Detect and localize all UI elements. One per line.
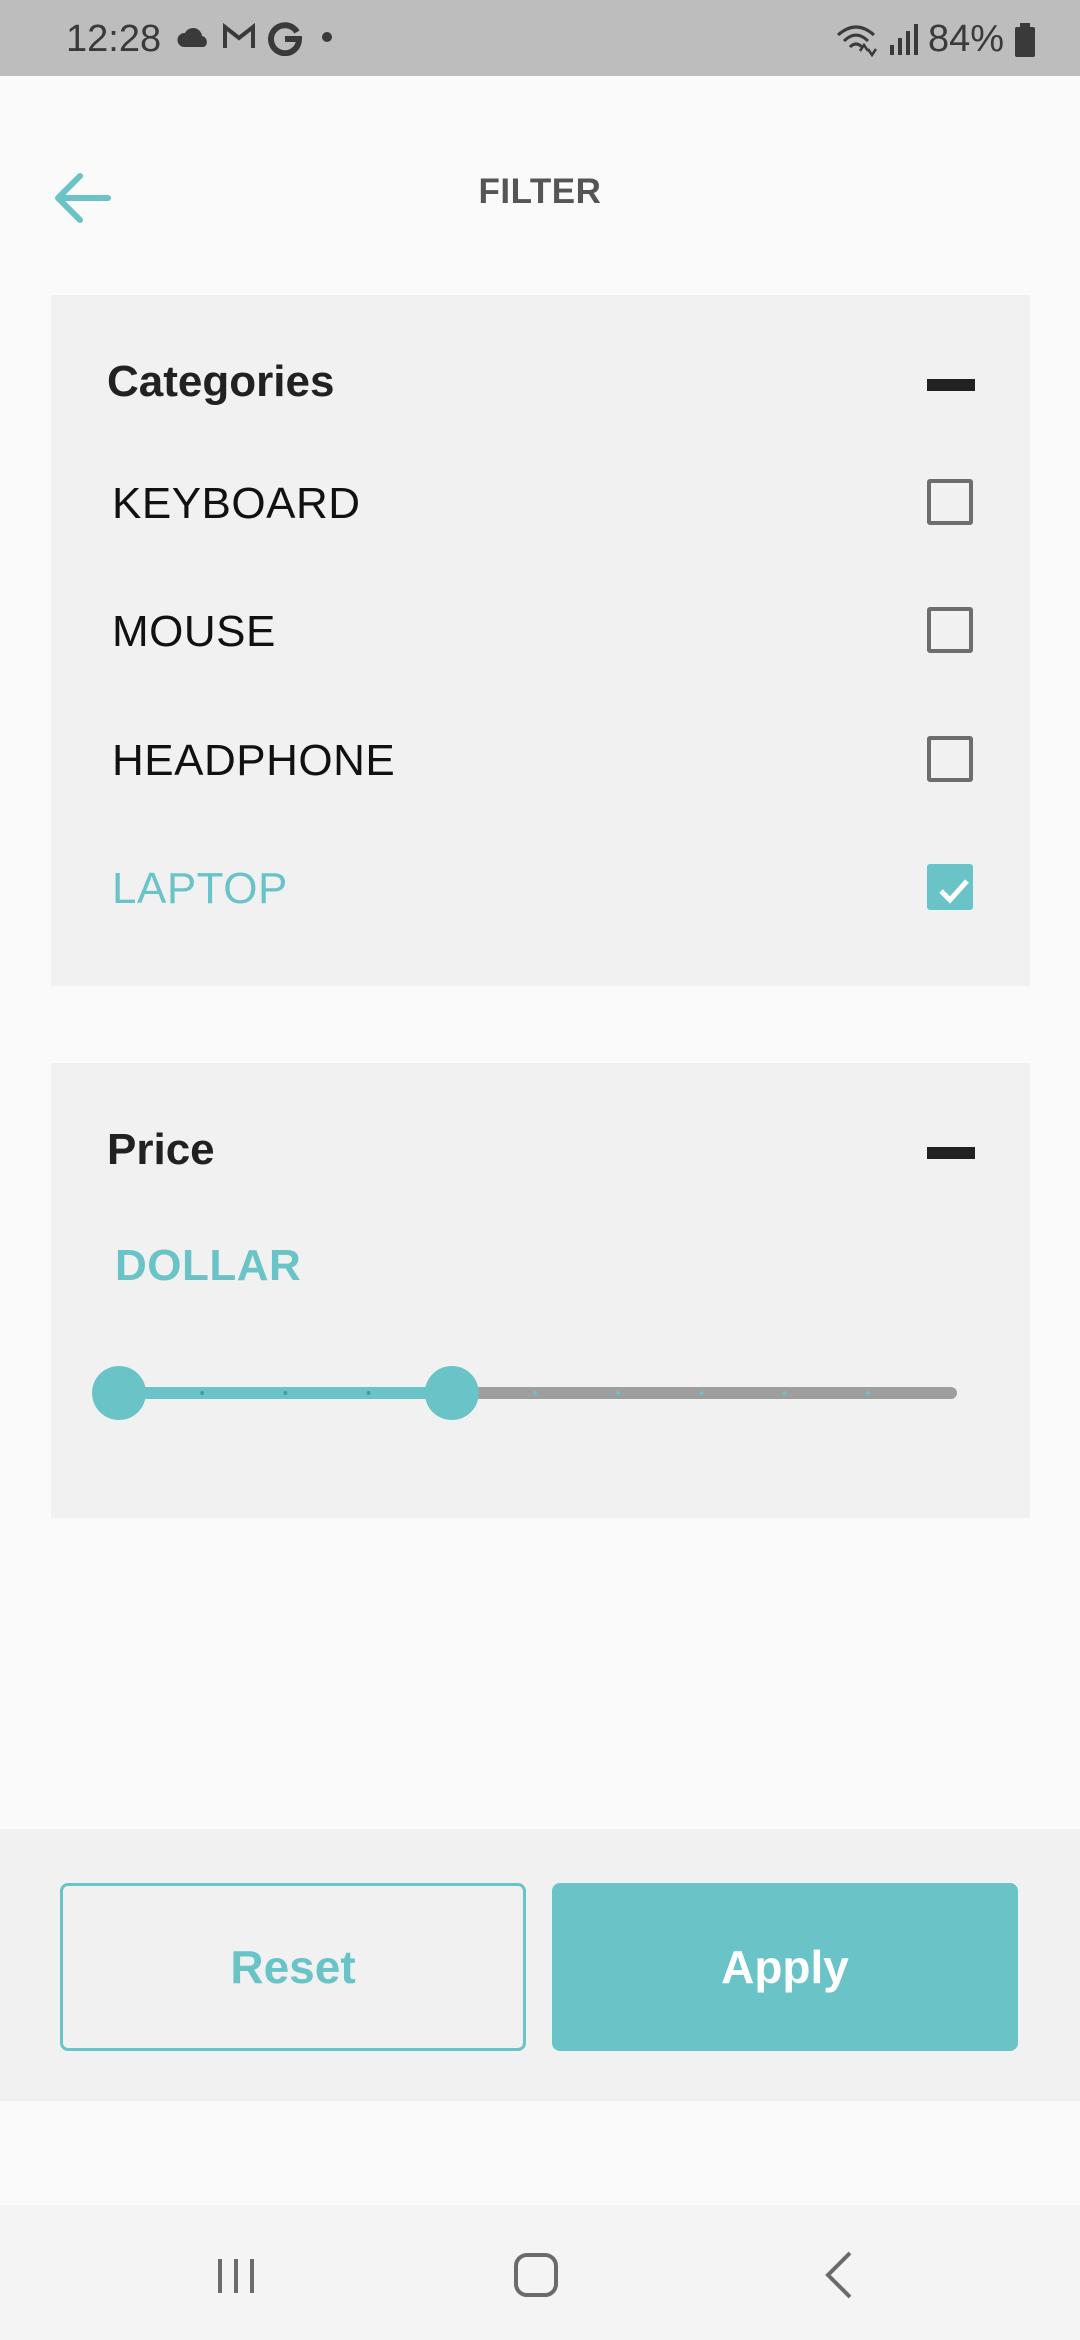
reset-button[interactable]: Reset bbox=[60, 1883, 526, 2051]
category-label: LAPTOP bbox=[112, 864, 288, 913]
google-icon bbox=[266, 18, 304, 56]
category-checkbox[interactable] bbox=[927, 864, 973, 910]
slider-thumb-max[interactable] bbox=[424, 1366, 479, 1420]
slider-tick bbox=[699, 1391, 704, 1395]
page-title: FILTER bbox=[478, 172, 602, 211]
status-bar: 12:28 84% bbox=[0, 0, 1080, 76]
slider-tick bbox=[366, 1391, 371, 1395]
gmail-icon bbox=[222, 23, 256, 51]
categories-panel: Categories KEYBOARD MOUSE HEADPHONE LAPT… bbox=[51, 295, 1030, 986]
cloud-icon bbox=[176, 23, 212, 51]
home-button[interactable] bbox=[496, 2245, 576, 2305]
slider-tick bbox=[283, 1391, 288, 1395]
category-checkbox[interactable] bbox=[927, 736, 973, 782]
category-checkbox[interactable] bbox=[927, 607, 973, 653]
dot-icon bbox=[314, 30, 340, 44]
slider-thumb-min[interactable] bbox=[92, 1366, 146, 1420]
category-label: HEADPHONE bbox=[112, 736, 396, 785]
home-icon bbox=[514, 2253, 558, 2297]
slider-tick bbox=[782, 1391, 787, 1395]
wifi-icon bbox=[834, 21, 878, 59]
category-item-mouse[interactable]: MOUSE bbox=[51, 587, 1030, 677]
category-item-laptop[interactable]: LAPTOP bbox=[51, 844, 1030, 934]
category-label: KEYBOARD bbox=[112, 479, 361, 528]
price-collapse-button[interactable] bbox=[927, 1147, 975, 1159]
recents-button[interactable] bbox=[196, 2245, 276, 2305]
back-nav-button[interactable] bbox=[800, 2245, 880, 2305]
action-bar: Reset Apply bbox=[0, 1829, 1080, 2101]
price-panel: Price DOLLAR bbox=[51, 1063, 1030, 1518]
status-time: 12:28 bbox=[66, 18, 162, 60]
category-checkbox[interactable] bbox=[927, 479, 973, 525]
categories-collapse-button[interactable] bbox=[927, 379, 975, 391]
checkmark-icon bbox=[939, 879, 969, 904]
slider-tick bbox=[865, 1391, 870, 1395]
back-nav-icon bbox=[825, 2251, 852, 2299]
header: FILTER bbox=[0, 76, 1080, 306]
apply-button[interactable]: Apply bbox=[552, 1883, 1018, 2051]
price-range-slider[interactable] bbox=[89, 1363, 979, 1423]
slider-tick bbox=[533, 1391, 537, 1395]
slider-tick bbox=[616, 1391, 621, 1395]
category-item-keyboard[interactable]: KEYBOARD bbox=[51, 459, 1030, 549]
category-label: MOUSE bbox=[112, 607, 276, 656]
categories-heading: Categories bbox=[107, 357, 335, 406]
recents-icon bbox=[218, 2259, 254, 2293]
battery-icon bbox=[1014, 22, 1036, 58]
signal-icon bbox=[888, 23, 918, 57]
system-nav-bar bbox=[0, 2205, 1080, 2340]
price-heading: Price bbox=[107, 1125, 215, 1174]
system-icons: 84% bbox=[834, 18, 1036, 61]
slider-tick bbox=[200, 1391, 205, 1395]
battery-percent: 84% bbox=[927, 18, 1004, 60]
notification-icons bbox=[176, 18, 340, 56]
category-item-headphone[interactable]: HEADPHONE bbox=[51, 716, 1030, 806]
currency-label: DOLLAR bbox=[115, 1241, 302, 1290]
